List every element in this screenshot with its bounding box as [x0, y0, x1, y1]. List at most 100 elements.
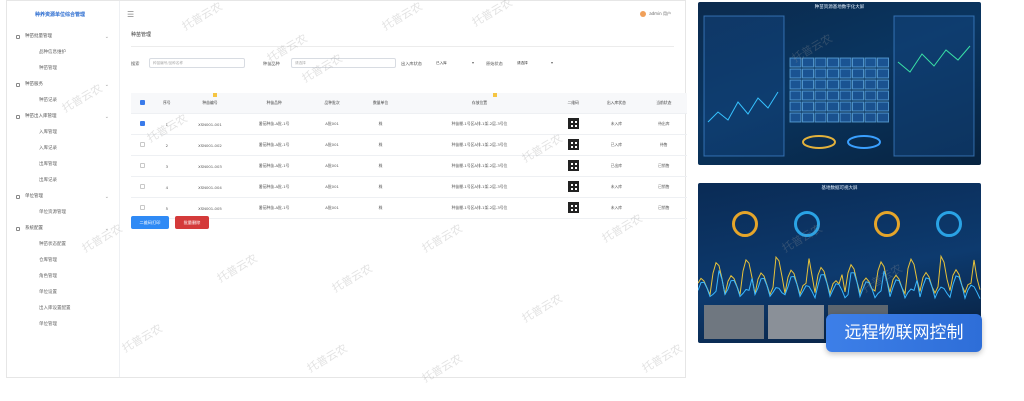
- user-menu[interactable]: admin 用户: [640, 11, 671, 17]
- qr-code-icon[interactable]: [567, 202, 579, 213]
- table-header-row: 序号 种苗编号 种苗品种 品种批次 数量单位 存放位置 二维码 出入库状态 当前…: [131, 93, 687, 114]
- cell-state: 已销售: [640, 155, 687, 177]
- cell-variety: 番茄种苗-A批-1号: [240, 134, 308, 156]
- chevron-down-icon: ⌄: [104, 82, 109, 88]
- status-value: 已入库: [436, 61, 447, 65]
- grid-cell: [852, 68, 864, 79]
- grid-cell: [814, 90, 827, 101]
- cell-location: 种苗棚-1号区A排-1架-2层-3号位: [404, 155, 555, 177]
- grid-cell: [814, 57, 827, 68]
- status-select[interactable]: 已入库 ▾: [434, 58, 476, 68]
- cell-qrcode: [554, 197, 593, 219]
- cell-qrcode: [554, 113, 593, 135]
- cell-batch: A批001: [307, 176, 357, 198]
- grid-cell: [864, 101, 877, 112]
- header-location-label: 存放位置: [471, 100, 488, 105]
- grid-cell: [789, 112, 802, 123]
- category-select[interactable]: 请选择: [291, 58, 396, 68]
- table-row[interactable]: 1 XSN001-001 番茄种苗-A批-1号 A批001 株种苗棚-1号区A排-1架-…: [131, 113, 687, 135]
- cell-select[interactable]: [131, 113, 155, 135]
- batch-delete-button[interactable]: 批量删除: [175, 216, 209, 229]
- status-label: 出入库状态: [401, 61, 422, 66]
- row-checkbox[interactable]: [140, 163, 146, 168]
- sidebar-group[interactable]: 种苗出入库管理 ⌄: [7, 109, 119, 125]
- sidebar-item[interactable]: 种苗记录: [7, 93, 119, 109]
- cell-select[interactable]: [131, 134, 155, 156]
- grid-cell: [839, 90, 852, 101]
- cell-unit: 株: [356, 197, 405, 219]
- chevron-down-icon: ⌄: [104, 34, 109, 40]
- sidebar-group-label: 单位管理: [25, 194, 43, 199]
- menu-toggle-icon[interactable]: ☰: [127, 10, 134, 19]
- search-input[interactable]: 种苗编号/品种名称: [149, 58, 245, 68]
- grid-cell: [802, 68, 814, 79]
- qr-code-icon[interactable]: [567, 160, 579, 171]
- grid-cell: [864, 90, 877, 101]
- grid-cell: [827, 90, 839, 101]
- sidebar-item[interactable]: 仓库管理: [7, 253, 119, 269]
- qr-code-icon[interactable]: [567, 181, 579, 192]
- grid-cell: [839, 112, 852, 123]
- header-select-all[interactable]: [131, 93, 155, 114]
- grid-cell: [864, 112, 877, 123]
- sidebar-item[interactable]: 单位管理: [7, 317, 119, 333]
- origin-select[interactable]: 请选择 ▾: [515, 58, 555, 68]
- qr-code-icon[interactable]: [567, 139, 579, 150]
- grid-cell: [802, 101, 814, 112]
- cell-code: XSN001-003: [179, 155, 241, 177]
- sidebar-item[interactable]: 角色管理: [7, 269, 119, 285]
- sidebar-item[interactable]: 出库记录: [7, 173, 119, 189]
- table-row[interactable]: 3 XSN001-003 番茄种苗-A批-1号 A批001 株种苗棚-1号区A排-1架-…: [131, 155, 687, 177]
- sidebar-group[interactable]: 单位管理 ⌄: [7, 189, 119, 205]
- grid-cell: [814, 68, 827, 79]
- sidebar-item[interactable]: 出库管理: [7, 157, 119, 173]
- header-status: 出入库状态: [592, 93, 641, 114]
- cell-status: 已入库: [592, 134, 641, 156]
- row-checkbox[interactable]: [140, 121, 146, 126]
- table-row[interactable]: 5 XSN001-005 番茄种苗-A批-1号 A批001 株种苗棚-1号区A排-1架-…: [131, 197, 687, 219]
- sidebar-item[interactable]: 品种信息维护: [7, 45, 119, 61]
- grid-cell: [877, 101, 889, 112]
- avatar: [640, 11, 647, 17]
- cell-batch: A批001: [307, 197, 357, 219]
- select-all-checkbox[interactable]: [140, 100, 146, 105]
- cell-unit: 株: [356, 155, 405, 177]
- sidebar-item[interactable]: 入库记录: [7, 141, 119, 157]
- qr-code-icon[interactable]: [567, 118, 579, 129]
- sidebar-menu: 种苗批量管理 ⌄ 品种信息维护 种苗管理 种苗服务 ⌄ 种苗记录 种苗出入库管理 ⌄ 入库管理 入库…: [7, 29, 119, 333]
- print-qrcode-button[interactable]: 二维码打印: [131, 216, 169, 229]
- sidebar-item[interactable]: 出入库设置配置: [7, 301, 119, 317]
- cell-select[interactable]: [131, 176, 155, 198]
- sidebar-item[interactable]: 单位资源管理: [7, 205, 119, 221]
- origin-label: 原始状态: [486, 61, 503, 66]
- table-row[interactable]: 4 XSN001-004 番茄种苗-A批-1号 A批001 株种苗棚-1号区A排-1架-…: [131, 176, 687, 198]
- cell-select[interactable]: [131, 155, 155, 177]
- folder-icon: [16, 115, 20, 119]
- grid-cell: [852, 90, 864, 101]
- cell-variety: 番茄种苗-A批-1号: [240, 155, 308, 177]
- chevron-down-icon: ⌄: [104, 194, 109, 200]
- cell-no: 4: [154, 176, 180, 198]
- cell-batch: A批001: [307, 113, 357, 135]
- sidebar-item[interactable]: 种苗管理: [7, 61, 119, 77]
- cell-qrcode: [554, 176, 593, 198]
- grid-cell: [802, 57, 814, 68]
- grid-cell: [852, 79, 864, 90]
- cell-unit: 株: [356, 113, 405, 135]
- sidebar-item[interactable]: 种苗状态配置: [7, 237, 119, 253]
- row-checkbox[interactable]: [140, 142, 146, 147]
- row-checkbox[interactable]: [140, 184, 146, 189]
- cell-no: 3: [154, 155, 180, 177]
- table-row[interactable]: 2 XSN001-002 番茄种苗-A批-1号 A批001 株种苗棚-1号区A排-1架-…: [131, 134, 687, 156]
- cell-location: 种苗棚-1号区A排-1架-2层-3号位: [404, 134, 555, 156]
- grid-cell: [877, 68, 889, 79]
- sidebar-group[interactable]: 种苗服务 ⌄: [7, 77, 119, 93]
- sidebar-group[interactable]: 系统配置 ⌄: [7, 221, 119, 237]
- cell-unit: 株: [356, 176, 405, 198]
- sidebar-item[interactable]: 入库管理: [7, 125, 119, 141]
- row-checkbox[interactable]: [140, 205, 146, 210]
- sidebar-group[interactable]: 种苗批量管理 ⌄: [7, 29, 119, 45]
- grid-cell: [802, 90, 814, 101]
- grid-cell: [814, 112, 827, 123]
- sidebar-item[interactable]: 单位设置: [7, 285, 119, 301]
